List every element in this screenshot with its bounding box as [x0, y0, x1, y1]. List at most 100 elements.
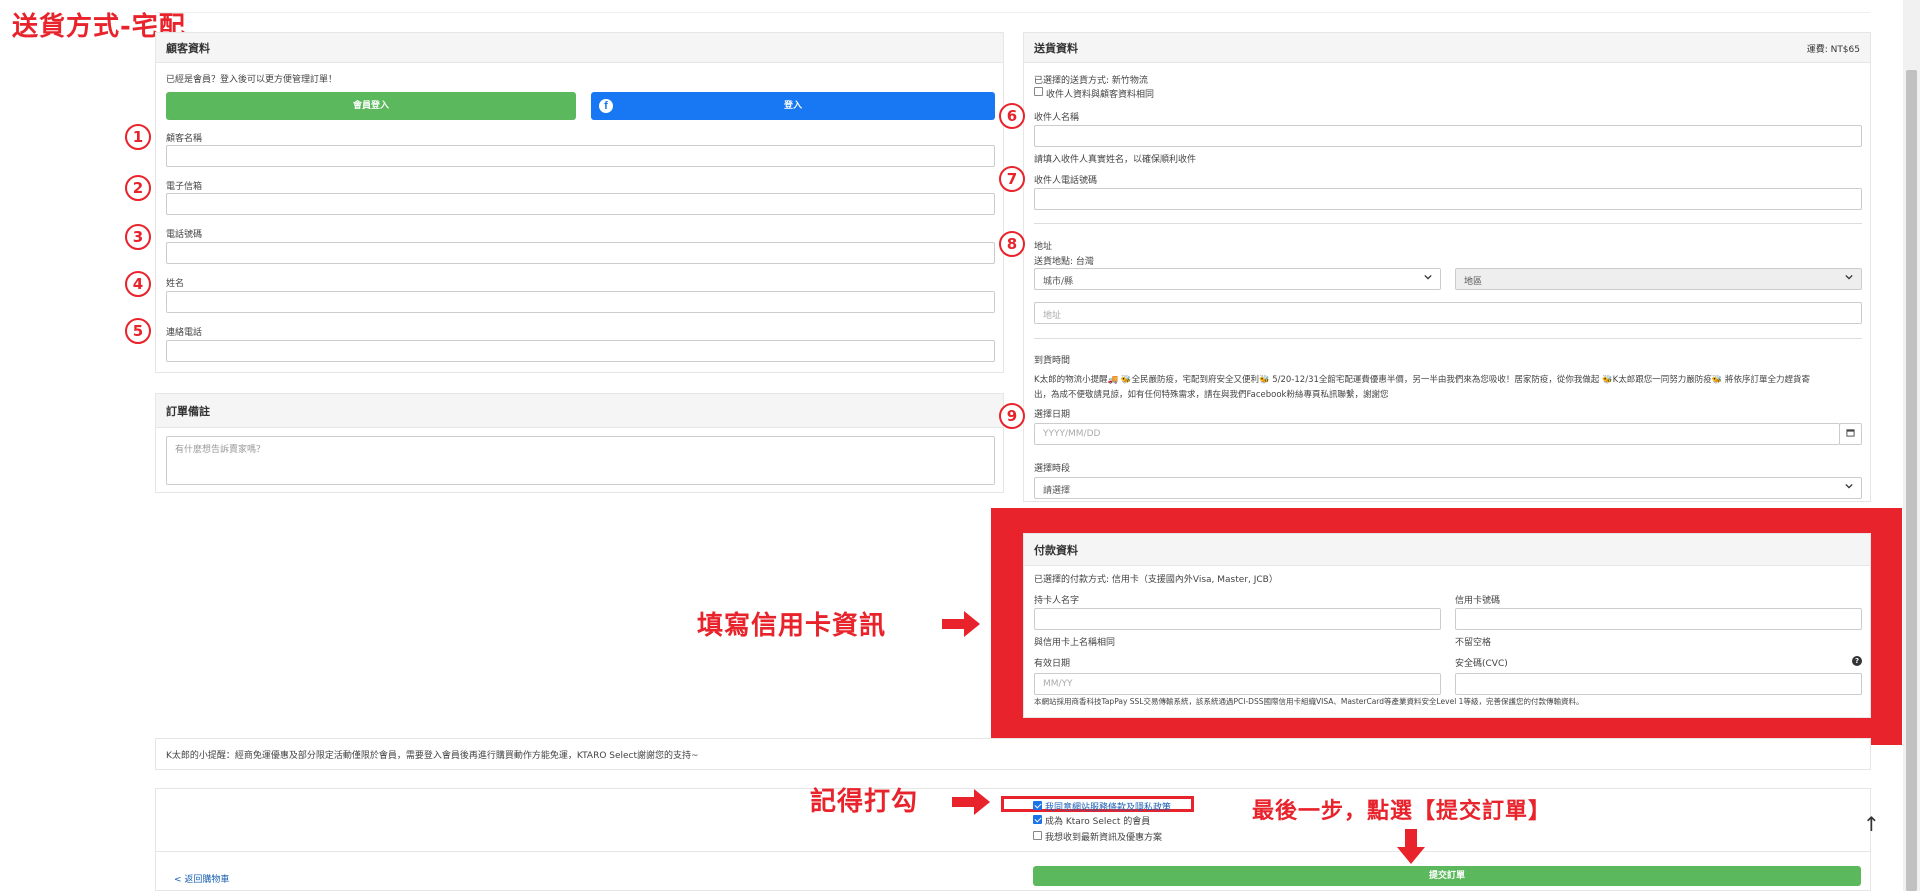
shipping-divider-2 — [1034, 338, 1862, 339]
card-holder-hint: 與信用卡上名稱相同 — [1034, 638, 1116, 648]
select-date-label: 選擇日期 — [1034, 410, 1071, 420]
payment-title: 付款資料 — [1034, 544, 1078, 557]
payment-header: 付款資料 — [1024, 534, 1870, 566]
arrow-right-icon — [942, 611, 980, 637]
cvc-label: 安全碼(CVC) — [1455, 659, 1508, 669]
annotation-number-7: 7 — [999, 166, 1025, 192]
annotation-number-4: 4 — [125, 271, 151, 297]
field-label-name: 姓名 — [166, 279, 185, 289]
submit-order-button[interactable]: 提交訂單 — [1033, 866, 1861, 886]
field-label-contact-phone: 連絡電話 — [166, 328, 203, 338]
order-note-header: 訂單備註 — [156, 394, 1003, 428]
calendar-icon — [1846, 429, 1855, 437]
expiry-input[interactable]: MM/YY — [1034, 673, 1441, 695]
email-input[interactable] — [166, 193, 995, 215]
time-slot-select[interactable]: 請選擇 — [1034, 477, 1862, 499]
customer-name-input[interactable] — [166, 145, 995, 167]
facebook-icon: f — [599, 99, 613, 113]
annotation-fill-card: 填寫信用卡資訊 — [697, 611, 887, 641]
field-label-phone: 電話號碼 — [166, 230, 203, 240]
facebook-login-label: 登入 — [783, 101, 802, 111]
order-note-panel: 訂單備註 有什麼想告訴賣家嗎？ — [155, 393, 1004, 493]
help-icon[interactable]: ? — [1852, 656, 1862, 666]
terms-checkbox[interactable] — [1033, 801, 1042, 810]
address-input[interactable]: 地址 — [1034, 302, 1862, 324]
expiry-label: 有效日期 — [1034, 659, 1071, 669]
payment-panel: 付款資料 已選擇的付款方式: 信用卡（支援國內外Visa, Master, JC… — [1023, 533, 1871, 718]
shipping-title: 送貨資料 — [1034, 42, 1078, 55]
region-label: 送貨地點: 台灣 — [1034, 257, 1094, 267]
recipient-name-label: 收件人名稱 — [1034, 113, 1080, 123]
member-prompt: 已經是會員？登入後可以更方便管理訂單！ — [166, 75, 338, 85]
order-note-textarea[interactable]: 有什麼想告訴賣家嗎？ — [166, 436, 995, 485]
annotation-number-6: 6 — [999, 103, 1025, 129]
select-slot-label: 選擇時段 — [1034, 464, 1071, 474]
field-label-customer-name: 顧客名稱 — [166, 134, 203, 144]
arrival-time-label: 到貨時間 — [1034, 356, 1071, 366]
arrow-right-icon — [952, 789, 990, 815]
shipping-method: 已選擇的送貨方式: 新竹物流 — [1034, 76, 1148, 86]
date-input[interactable]: YYYY/MM/DD — [1034, 423, 1840, 445]
order-note-title: 訂單備註 — [166, 405, 210, 418]
district-select[interactable]: 地區 — [1455, 268, 1862, 290]
address-label: 地址 — [1034, 242, 1053, 252]
reminder-text: K太郎的小提醒：經商免運優惠及部分限定活動僅限於會員，需要登入會員後再進行購買動… — [166, 751, 699, 761]
annotation-last-step: 最後一步，點選【提交訂單】 — [1252, 799, 1552, 824]
district-select-value: 地區 — [1464, 277, 1483, 287]
same-as-customer-checkbox[interactable] — [1034, 87, 1043, 96]
annotation-number-2: 2 — [125, 175, 151, 201]
member-login-button[interactable]: 會員登入 — [166, 92, 576, 120]
recipient-name-input[interactable] — [1034, 125, 1862, 147]
terms-label[interactable]: 我同意網站服務條款及隱私政策 — [1045, 800, 1171, 813]
become-member-label: 成為 Ktaro Select 的會員 — [1045, 817, 1151, 827]
shipping-panel: 送貨資料 運費: NT$65 已選擇的送貨方式: 新竹物流 收件人資料與顧客資料… — [1023, 32, 1871, 502]
scrollbar-track[interactable] — [1903, 0, 1920, 891]
card-holder-input[interactable] — [1034, 608, 1441, 630]
field-label-email: 電子信箱 — [166, 182, 203, 192]
logistics-notice-line2: 出，為成不便敬請見諒，如有任何特殊需求，請在與我們Facebook粉絲專頁私訊聯… — [1034, 390, 1389, 400]
become-member-checkbox[interactable] — [1033, 815, 1042, 824]
phone-input[interactable] — [166, 242, 995, 264]
top-divider — [155, 12, 1870, 13]
annotation-number-9: 9 — [999, 403, 1025, 429]
chevron-down-icon — [1845, 274, 1853, 280]
chevron-down-icon — [1845, 483, 1853, 489]
calendar-button[interactable] — [1839, 423, 1862, 445]
security-note: 本網站採用商香科技TapPay SSL交易傳輸系統，該系統通過PCI-DSS國際… — [1034, 697, 1584, 706]
newsletter-checkbox[interactable] — [1033, 831, 1042, 840]
newsletter-label: 我想收到最新資訊及優惠方案 — [1045, 833, 1163, 843]
recipient-phone-label: 收件人電話號碼 — [1034, 176, 1098, 186]
back-to-cart-link[interactable]: < 返回購物車 — [174, 872, 229, 885]
cvc-input[interactable] — [1455, 673, 1862, 695]
card-number-label: 信用卡號碼 — [1455, 596, 1501, 606]
annotation-remember-check: 記得打勾 — [810, 787, 919, 817]
logistics-notice-line1: K太郎的物流小提醒🚚 🐝全民嚴防疫，宅配到府安全又便利🐝 5/20-12/31全… — [1034, 375, 1811, 385]
chevron-down-icon — [1424, 274, 1432, 280]
recipient-phone-input[interactable] — [1034, 188, 1862, 210]
annotation-number-1: 1 — [125, 124, 151, 150]
city-select-value: 城市/縣 — [1043, 277, 1074, 287]
arrow-down-icon — [1397, 829, 1425, 864]
same-as-customer-label: 收件人資料與顧客資料相同 — [1046, 90, 1155, 100]
payment-method: 已選擇的付款方式: 信用卡（支援國內外Visa, Master, JCB） — [1034, 575, 1278, 585]
contact-phone-input[interactable] — [166, 340, 995, 362]
city-select[interactable]: 城市/縣 — [1034, 268, 1441, 290]
time-slot-value: 請選擇 — [1043, 486, 1071, 496]
scroll-top-icon[interactable]: ↑ — [1863, 812, 1880, 836]
recipient-hint: 請填入收件人真實姓名，以確保順利收件 — [1034, 155, 1197, 165]
annotation-number-5: 5 — [125, 318, 151, 344]
card-number-input[interactable] — [1455, 608, 1862, 630]
customer-panel: 顧客資料 已經是會員？登入後可以更方便管理訂單！ 會員登入 f 登入 顧客名稱 … — [155, 32, 1004, 373]
facebook-login-button[interactable]: f 登入 — [591, 92, 995, 120]
scrollbar-thumb[interactable] — [1906, 70, 1917, 891]
shipping-header: 送貨資料 運費: NT$65 — [1024, 33, 1870, 63]
footer-divider — [155, 851, 1871, 852]
name-input[interactable] — [166, 291, 995, 313]
annotation-number-8: 8 — [999, 231, 1025, 257]
shipping-fee: 運費: NT$65 — [1806, 45, 1860, 55]
customer-header: 顧客資料 — [156, 33, 1003, 63]
reminder-box: K太郎的小提醒：經商免運優惠及部分限定活動僅限於會員，需要登入會員後再進行購買動… — [155, 738, 1871, 770]
customer-title: 顧客資料 — [166, 42, 210, 55]
card-holder-label: 持卡人名字 — [1034, 596, 1080, 606]
shipping-divider-1 — [1034, 223, 1862, 224]
